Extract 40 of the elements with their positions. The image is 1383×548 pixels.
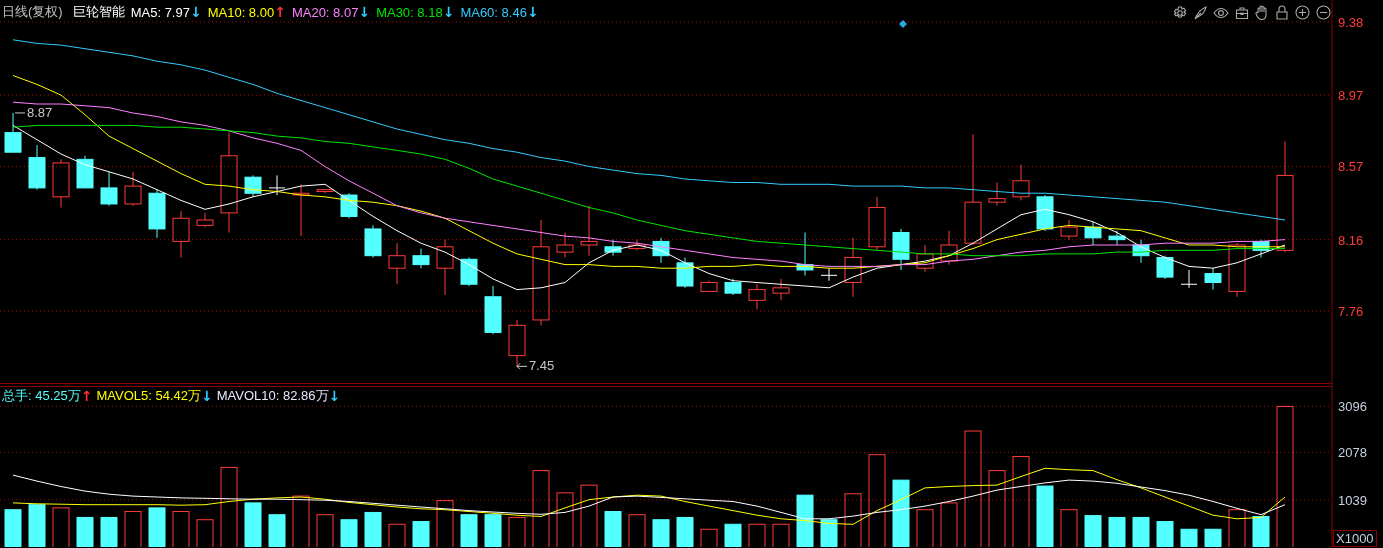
trend-arrow: ↓ [358, 4, 371, 20]
indicator-value: 总手: 45.25万 [2, 387, 81, 405]
indicator-value: MA20: 8.07 [291, 4, 359, 20]
leader-line [14, 112, 26, 114]
leader-line [516, 362, 528, 370]
chart-period-label[interactable]: 日线(复权) [2, 3, 63, 21]
toolbox-icon[interactable] [1235, 5, 1249, 20]
eye-icon[interactable] [1213, 6, 1229, 19]
indicator-value: MAVOL10: 82.86万 [216, 387, 329, 405]
price-axis-label: 8.16 [1338, 232, 1364, 248]
trend-arrow: ↓ [201, 388, 213, 404]
unit-label: X1000 [1333, 530, 1377, 547]
indicator-value: MA10: 8.00 [207, 4, 275, 20]
price-axis-label: 7.76 [1338, 304, 1364, 319]
zoom-in-icon[interactable] [1295, 5, 1310, 20]
high-price-label: 8.87 [27, 104, 53, 120]
volume-axis-label: 3096 [1338, 399, 1367, 415]
price-axis-label: 8.57 [1338, 159, 1364, 175]
volume-axis-label: 1039 [1338, 492, 1367, 508]
trend-arrow: ↓ [442, 4, 455, 20]
trend-arrow: ↓ [526, 4, 539, 20]
trend-arrow: ↑ [274, 4, 286, 20]
zoom-out-icon[interactable] [1316, 5, 1331, 20]
hand-icon[interactable] [1255, 5, 1269, 20]
price-axis-label: 9.38 [1338, 14, 1364, 30]
price-axis-label: 8.97 [1338, 88, 1364, 104]
trend-arrow: ↓ [328, 388, 341, 404]
diamond-marker-icon[interactable] [899, 20, 907, 28]
indicator-value: MAVOL5: 54.42万 [96, 387, 202, 405]
indicator-value: MA5: 7.97 [130, 4, 190, 20]
low-price-label: 7.45 [529, 358, 555, 374]
settings-icon[interactable] [1173, 5, 1187, 20]
volume-axis-label: 2078 [1338, 445, 1367, 461]
feather-icon[interactable] [1193, 5, 1207, 20]
trend-arrow: ↑ [80, 388, 93, 404]
stock-name: 巨轮智能 [72, 3, 125, 21]
indicator-value: MA60: 8.46 [460, 4, 527, 20]
trend-arrow: ↓ [189, 4, 202, 20]
lock-icon[interactable] [1275, 5, 1289, 20]
indicator-value: MA30: 8.18 [376, 4, 443, 20]
